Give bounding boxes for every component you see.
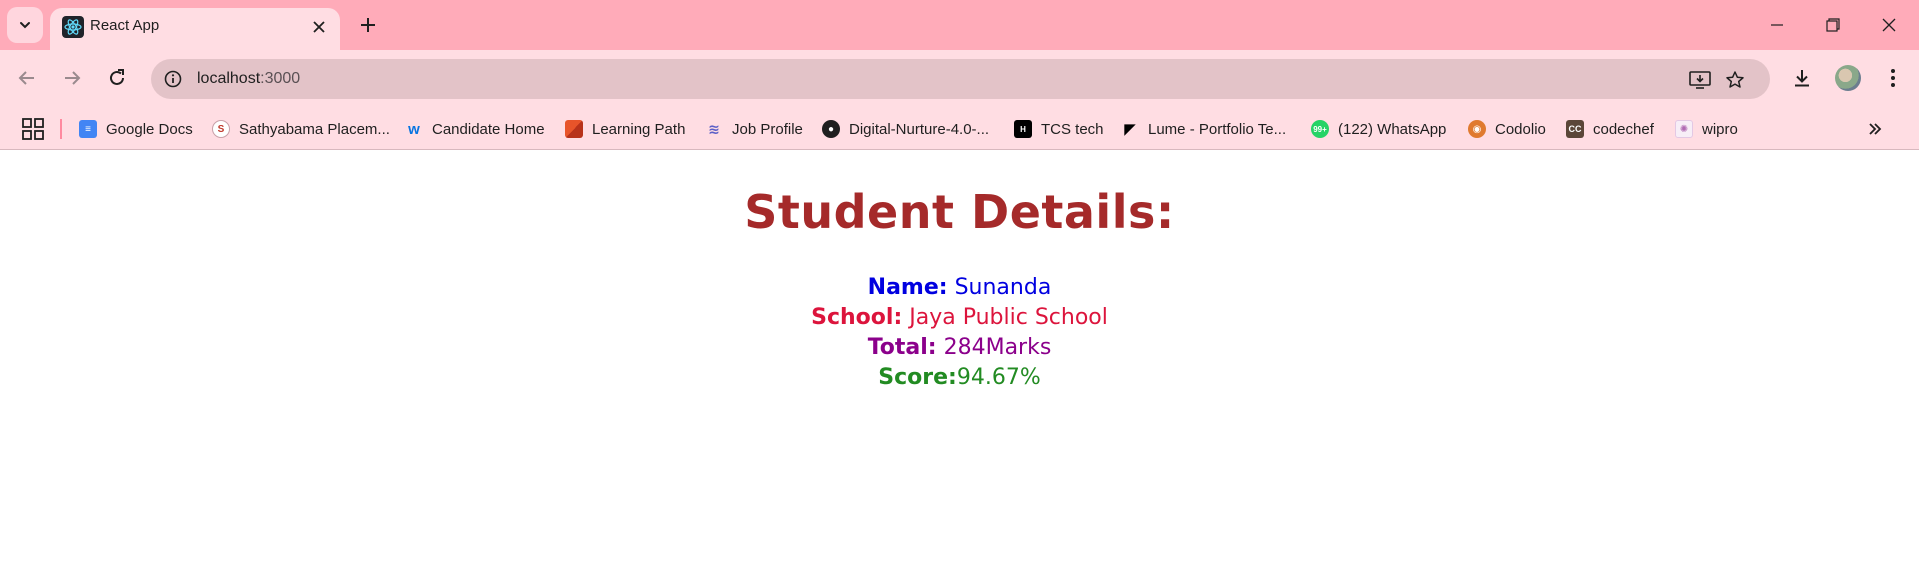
apps-grid-icon[interactable] bbox=[21, 117, 45, 141]
codolio-icon: ◉ bbox=[1468, 120, 1486, 138]
restore-icon bbox=[1826, 18, 1840, 32]
back-button[interactable] bbox=[9, 60, 45, 96]
tcs-icon: H bbox=[1014, 120, 1032, 138]
bookmarks-separator bbox=[60, 119, 62, 139]
arrow-left-icon bbox=[18, 71, 34, 85]
workday-icon: w bbox=[408, 120, 420, 138]
total-row: Total: 284Marks bbox=[0, 333, 1919, 363]
downloads-button[interactable] bbox=[1784, 60, 1820, 96]
download-icon bbox=[1795, 70, 1809, 87]
install-app-button[interactable] bbox=[1687, 67, 1713, 93]
wipro-icon: ✺ bbox=[1675, 120, 1693, 138]
total-label: Total: bbox=[867, 335, 937, 360]
menu-button[interactable] bbox=[1875, 60, 1911, 96]
url-text[interactable]: localhost:3000 bbox=[197, 70, 300, 88]
star-icon bbox=[1726, 71, 1744, 88]
student-details: Name: Sunanda School: Jaya Public School… bbox=[0, 273, 1919, 393]
framer-icon: ◤ bbox=[1124, 121, 1136, 138]
install-icon bbox=[1689, 71, 1711, 89]
browser-toolbar: localhost:3000 bbox=[0, 50, 1919, 108]
page-title: Student Details: bbox=[744, 185, 1175, 239]
total-value: 284Marks bbox=[943, 335, 1052, 360]
bookmark-label: Digital-Nurture-4.0-... bbox=[849, 120, 990, 138]
codechef-icon: CC bbox=[1566, 120, 1584, 138]
bookmark-label: Google Docs bbox=[106, 120, 193, 138]
reload-icon bbox=[110, 69, 124, 85]
score-row: Score:94.67% bbox=[0, 363, 1919, 393]
school-row: School: Jaya Public School bbox=[0, 303, 1919, 333]
bookmark-whatsapp[interactable]: 99+ (122) WhatsApp bbox=[1311, 116, 1446, 142]
bookmark-codolio[interactable]: ◉ Codolio bbox=[1468, 116, 1546, 142]
bookmark-candidate-home[interactable]: w Candidate Home bbox=[405, 116, 545, 142]
profile-button[interactable] bbox=[1830, 60, 1866, 96]
minimize-icon bbox=[1771, 24, 1783, 26]
url-host: localhost bbox=[197, 70, 261, 87]
bookmark-label: TCS tech bbox=[1041, 120, 1104, 138]
close-window-button[interactable] bbox=[1861, 0, 1917, 50]
restore-button[interactable] bbox=[1805, 0, 1861, 50]
address-bar[interactable]: localhost:3000 bbox=[151, 59, 1770, 99]
school-label: School: bbox=[811, 305, 903, 330]
chevron-down-icon bbox=[20, 22, 30, 29]
bookmark-wipro[interactable]: ✺ wipro bbox=[1675, 116, 1738, 142]
bookmark-label: Learning Path bbox=[592, 120, 686, 138]
avatar bbox=[1835, 65, 1861, 91]
reload-button[interactable] bbox=[99, 60, 135, 96]
browser-tab-strip: React App bbox=[0, 0, 1919, 50]
bookmark-label: Sathyabama Placem... bbox=[239, 120, 390, 138]
bookmark-label: Job Profile bbox=[732, 120, 803, 138]
arrow-right-icon bbox=[65, 71, 81, 85]
bookmark-google-docs[interactable]: ≡ Google Docs bbox=[79, 116, 193, 142]
react-icon bbox=[62, 16, 84, 38]
double-chevron-right-icon bbox=[1869, 123, 1882, 135]
close-icon bbox=[313, 21, 325, 33]
bookmark-sathyabama[interactable]: S Sathyabama Placem... bbox=[212, 116, 390, 142]
tab-close-button[interactable] bbox=[307, 15, 331, 39]
bookmark-label: Codolio bbox=[1495, 120, 1546, 138]
new-tab-button[interactable] bbox=[351, 8, 385, 42]
tab-search-button[interactable] bbox=[7, 7, 43, 43]
name-value: Sunanda bbox=[954, 275, 1052, 300]
info-icon bbox=[164, 70, 182, 88]
github-icon: ● bbox=[822, 120, 840, 138]
bookmark-github-digital-nurture[interactable]: ● Digital-Nurture-4.0-... bbox=[822, 116, 989, 142]
bookmarks-bar: ≡ Google Docs S Sathyabama Placem... w C… bbox=[0, 108, 1919, 150]
whatsapp-icon: 99+ bbox=[1311, 120, 1329, 138]
bookmark-label: (122) WhatsApp bbox=[1338, 120, 1447, 138]
more-vertical-icon bbox=[1891, 69, 1895, 87]
forward-button[interactable] bbox=[54, 60, 90, 96]
bookmark-tcs-tech[interactable]: H TCS tech bbox=[1014, 116, 1104, 142]
bookmarks-overflow-button[interactable] bbox=[1862, 116, 1888, 142]
school-value: Jaya Public School bbox=[909, 305, 1108, 330]
site-info-button[interactable] bbox=[159, 65, 187, 93]
tab-title: React App bbox=[90, 17, 160, 34]
name-row: Name: Sunanda bbox=[0, 273, 1919, 303]
url-port: :3000 bbox=[260, 70, 301, 87]
page-viewport: Student Details: Name: Sunanda School: J… bbox=[0, 151, 1919, 564]
name-label: Name: bbox=[867, 275, 948, 300]
google-docs-icon: ≡ bbox=[79, 120, 97, 138]
bookmark-label: codechef bbox=[1593, 120, 1654, 138]
browser-tab-active[interactable]: React App bbox=[50, 8, 340, 50]
plus-icon bbox=[361, 18, 375, 32]
bookmark-star-button[interactable] bbox=[1722, 67, 1748, 93]
bookmark-label: Lume - Portfolio Te... bbox=[1148, 120, 1287, 138]
close-icon bbox=[1882, 18, 1896, 32]
bookmark-codechef[interactable]: CC codechef bbox=[1566, 116, 1654, 142]
minimize-button[interactable] bbox=[1749, 0, 1805, 50]
score-label: Score: bbox=[878, 365, 957, 390]
bookmark-learning-path[interactable]: Learning Path bbox=[565, 116, 685, 142]
sathyabama-icon: S bbox=[212, 120, 230, 138]
score-value: 94.67% bbox=[956, 365, 1041, 390]
bookmark-label: wipro bbox=[1702, 120, 1738, 138]
bookmark-lume-portfolio[interactable]: ◤ Lume - Portfolio Te... bbox=[1121, 116, 1286, 142]
bookmark-job-profile[interactable]: ≋ Job Profile bbox=[705, 116, 803, 142]
bookmark-label: Candidate Home bbox=[432, 120, 545, 138]
learning-path-icon bbox=[565, 120, 583, 138]
job-profile-icon: ≋ bbox=[708, 120, 720, 137]
